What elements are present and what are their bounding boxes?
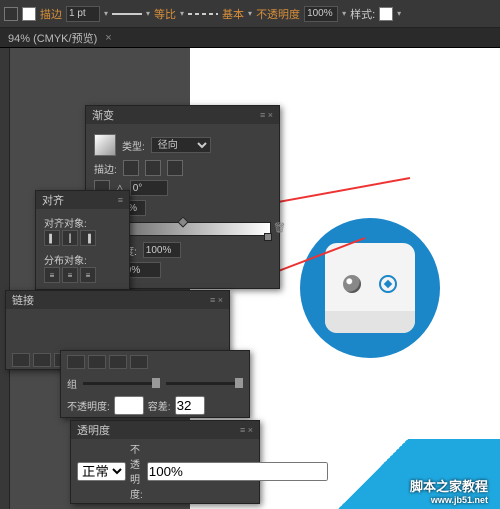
blend-mode-select[interactable]: 正常 bbox=[77, 462, 126, 481]
slider-1[interactable] bbox=[83, 382, 160, 385]
pattern-label: 样式: bbox=[350, 6, 375, 22]
panel-menu-icon[interactable]: ≡ × bbox=[260, 110, 273, 120]
artwork-eye-right-selected[interactable] bbox=[379, 275, 397, 293]
align-left-icon[interactable]: ▌ bbox=[44, 230, 60, 246]
dropdown-icon[interactable]: ▾ bbox=[146, 9, 150, 18]
transparency-opacity-input[interactable] bbox=[147, 462, 328, 481]
opt-icon-3[interactable] bbox=[109, 355, 127, 369]
opt-icon-4[interactable] bbox=[130, 355, 148, 369]
gradient-preview-swatch[interactable] bbox=[94, 134, 116, 156]
link-icon-1[interactable] bbox=[12, 353, 30, 367]
type-label: 类型: bbox=[122, 138, 145, 153]
opacity-label: 不透明度: bbox=[67, 398, 110, 413]
opacity-input[interactable] bbox=[304, 6, 338, 22]
stroke-opt-1[interactable] bbox=[123, 160, 139, 176]
distribute-3-icon[interactable]: ≡ bbox=[80, 267, 96, 283]
panel-menu-icon[interactable]: ≡ × bbox=[240, 425, 253, 435]
stroke-swatch[interactable] bbox=[22, 7, 36, 21]
style-label: 基本 bbox=[222, 6, 244, 22]
options-panel[interactable]: 组 不透明度: 容差: bbox=[60, 350, 250, 418]
gradient-type-select[interactable]: 径向 bbox=[151, 137, 211, 153]
opacity-field[interactable] bbox=[114, 396, 144, 415]
slider-2[interactable] bbox=[166, 382, 243, 385]
align-buttons: ▌ ┃ ▐ bbox=[44, 230, 121, 246]
dropdown-icon[interactable]: ▾ bbox=[342, 9, 346, 18]
document-tabbar: 94% (CMYK/预览) × bbox=[0, 28, 500, 48]
stroke-opt-3[interactable] bbox=[167, 160, 183, 176]
align-right-icon[interactable]: ▐ bbox=[80, 230, 96, 246]
link-icon-2[interactable] bbox=[33, 353, 51, 367]
tolerance-label: 容差: bbox=[148, 398, 171, 413]
align-section-label: 对齐对象: bbox=[44, 215, 121, 230]
distribute-1-icon[interactable]: ≡ bbox=[44, 267, 60, 283]
tool-strip[interactable] bbox=[0, 48, 10, 509]
distribute-section-label: 分布对象: bbox=[44, 252, 121, 267]
dropdown-icon[interactable]: ▾ bbox=[104, 9, 108, 18]
opt-icon-1[interactable] bbox=[67, 355, 85, 369]
trash-icon[interactable]: 🗑 bbox=[273, 223, 286, 234]
stroke-style-solid[interactable] bbox=[112, 13, 142, 15]
close-tab-icon[interactable]: × bbox=[105, 32, 111, 44]
dropdown-icon[interactable]: ▾ bbox=[248, 9, 252, 18]
stroke-weight-input[interactable] bbox=[66, 6, 100, 22]
group-label: 组 bbox=[67, 376, 77, 391]
stop-opacity-input[interactable] bbox=[143, 242, 181, 258]
panel-menu-icon[interactable]: ≡ × bbox=[210, 295, 223, 305]
angle-input[interactable] bbox=[130, 180, 168, 196]
dropdown-icon[interactable]: ▾ bbox=[180, 9, 184, 18]
panel-menu-icon[interactable]: ≡ bbox=[118, 195, 123, 205]
dropdown-icon[interactable]: ▾ bbox=[397, 9, 401, 18]
gradient-stop-right[interactable] bbox=[264, 233, 272, 241]
proportion-label: 等比 bbox=[154, 6, 176, 22]
app-toolbar: 描边 ▾ ▾ 等比 ▾ 基本 ▾ 不透明度 ▾ 样式: ▾ bbox=[0, 0, 500, 28]
panel-title: 透明度 bbox=[77, 422, 110, 438]
document-tab[interactable]: 94% (CMYK/预览) bbox=[8, 30, 97, 46]
distribute-buttons: ≡ ≡ ≡ bbox=[44, 267, 121, 283]
align-panel[interactable]: 对齐 ≡ 对齐对象: ▌ ┃ ▐ 分布对象: ≡ ≡ ≡ bbox=[35, 190, 130, 290]
gradient-midpoint[interactable] bbox=[177, 216, 188, 227]
panel-title: 对齐 bbox=[42, 192, 64, 208]
fill-swatch[interactable] bbox=[4, 7, 18, 21]
watermark-text: 脚本之家教程 www.jb51.net bbox=[410, 476, 488, 505]
stroke-label: 描边 bbox=[40, 6, 62, 22]
opacity-label: 不透明度 bbox=[256, 6, 300, 22]
distribute-2-icon[interactable]: ≡ bbox=[62, 267, 78, 283]
stroke-opt-2[interactable] bbox=[145, 160, 161, 176]
stroke-style-dash[interactable] bbox=[188, 13, 218, 15]
align-hcenter-icon[interactable]: ┃ bbox=[62, 230, 78, 246]
transparency-panel[interactable]: 透明度 ≡ × 正常 不透明度: bbox=[70, 420, 260, 504]
pattern-swatch[interactable] bbox=[379, 7, 393, 21]
tolerance-field[interactable] bbox=[175, 396, 205, 415]
opt-icon-2[interactable] bbox=[88, 355, 106, 369]
panel-title: 链接 bbox=[12, 292, 34, 308]
panel-title: 渐变 bbox=[92, 107, 114, 123]
stroke-label: 描边: bbox=[94, 161, 117, 176]
opacity-label: 不透明度: bbox=[130, 441, 143, 501]
